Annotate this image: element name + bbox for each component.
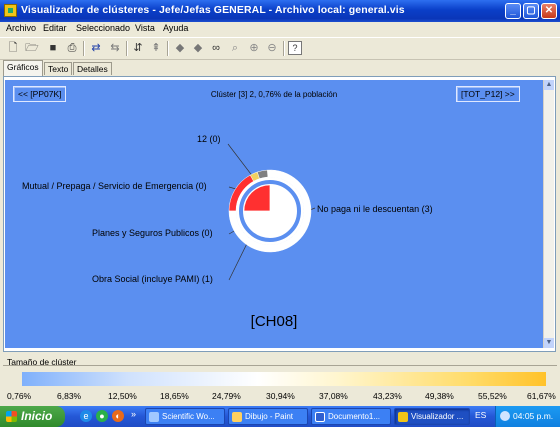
menu-editar[interactable]: Editar [43,23,67,33]
tick-label: 24,79% [212,391,241,401]
task-scientific-workplace[interactable]: Scientific Wo... [145,408,225,425]
tick-label: 43,23% [373,391,402,401]
label-12: 12 (0) [197,134,221,144]
cluster-chart: << [PP07K] [TOT_P12] >> Clúster [3] 2, 0… [5,80,543,348]
task-icon [398,412,408,422]
cluster-size-legend: Tamaño de clúster 0,76% 6,83% 12,50% 18,… [0,354,560,406]
arrow-left-icon[interactable]: ◆ [173,41,187,55]
zoom-out-icon[interactable]: ⊖ [265,41,279,55]
variable-code: [CH08] [250,313,298,330]
toolbar-separator [126,41,128,56]
save-icon[interactable]: ■ [46,41,60,55]
pie-svg [227,143,316,281]
tab-texto[interactable]: Texto [44,62,73,75]
menu-archivo[interactable]: Archivo [6,23,36,33]
toolbar-separator [283,41,285,56]
task-document[interactable]: Documento1... [311,408,391,425]
tick-label: 61,67% [527,391,556,401]
sort-icon[interactable]: ⇵ [131,41,145,55]
new-file-icon[interactable]: 🗋 [6,41,20,55]
redo-icon[interactable]: ⇄ [89,41,103,55]
tab-strip: Gráficos Texto Detalles [0,60,560,76]
scroll-up-icon[interactable]: ▲ [544,80,554,90]
task-label: Documento1... [328,412,381,421]
menu-ayuda[interactable]: Ayuda [163,23,188,33]
tray-icon[interactable] [500,411,510,421]
open-folder-icon[interactable]: 🗁 [25,41,39,55]
print-icon[interactable]: ⎙ [65,41,79,55]
clock: 04:05 p.m. [513,411,554,421]
binoculars-icon[interactable]: ∞ [209,41,223,55]
tick-label: 55,52% [478,391,507,401]
menu-bar: Archivo Editar Seleccionado Vista Ayuda [0,22,560,36]
toolbar-separator [83,41,85,56]
tick-label: 0,76% [7,391,32,401]
tab-graficos[interactable]: Gráficos [3,60,43,76]
title-bar: Visualizador de clústeres - Jefe/Jefas G… [0,0,560,22]
label-mutual-prepaga: Mutual / Prepaga / Servicio de Emergenci… [22,181,207,191]
task-label: Visualizador ... [411,412,464,421]
tick-label: 37,08% [319,391,348,401]
size-gradient-bar [22,372,546,386]
toolbar: 🗋 🗁 ■ ⎙ ⇄ ⇆ ⇵ ⇞ ◆ ◆ ∞ ⌕ ⊕ ⊖ ? [0,37,560,60]
label-planes-seguros: Planes y Seguros Publicos (0) [92,228,213,238]
label-obra-social: Obra Social (incluye PAMI) (1) [92,274,213,284]
align-icon[interactable]: ⇞ [149,41,163,55]
ie-icon[interactable]: e [80,410,92,422]
windows-flag-icon [6,411,17,422]
task-visualizador[interactable]: Visualizador ... [394,408,470,425]
task-icon [232,412,242,422]
firefox-icon[interactable]: ◐ [112,410,124,422]
divider [3,365,557,366]
taskbar: Inicio e ● ◐ » Scientific Wo... Dibujo -… [0,406,560,427]
arrow-right-icon[interactable]: ◆ [191,41,205,55]
quicklaunch-chevron-icon[interactable]: » [131,409,136,419]
tick-label: 30,94% [266,391,295,401]
start-button[interactable]: Inicio [0,406,65,427]
find-replace-icon[interactable]: ⌕ [228,41,242,55]
app-icon[interactable] [4,4,17,17]
zoom-in-icon[interactable]: ⊕ [247,41,261,55]
language-indicator[interactable]: ES [475,410,486,420]
undo-icon[interactable]: ⇆ [108,41,122,55]
menu-seleccionado[interactable]: Seleccionado [76,23,130,33]
toolbar-separator [167,41,169,56]
help-icon[interactable]: ? [288,41,302,55]
system-tray: 04:05 p.m. [495,406,560,427]
tick-label: 49,38% [425,391,454,401]
task-paint[interactable]: Dibujo - Paint [228,408,308,425]
task-icon [149,412,159,422]
tab-detalles[interactable]: Detalles [73,62,112,75]
tick-label: 12,50% [108,391,137,401]
tick-label: 18,65% [160,391,189,401]
media-icon[interactable]: ● [96,410,108,422]
inner-pie [243,184,297,238]
window-title: Visualizador de clústeres - Jefe/Jefas G… [21,4,405,16]
maximize-button[interactable]: ▢ [523,3,539,19]
start-label: Inicio [21,409,53,423]
menu-vista[interactable]: Vista [135,23,155,33]
task-icon [315,412,325,422]
task-label: Scientific Wo... [162,412,215,421]
task-label: Dibujo - Paint [245,412,294,421]
scroll-down-icon[interactable]: ▼ [544,338,554,348]
close-button[interactable]: ✕ [541,3,557,19]
vertical-scrollbar[interactable]: ▲ ▼ [543,80,554,348]
minimize-button[interactable]: _ [505,3,521,19]
tick-label: 6,83% [57,391,82,401]
label-no-paga: No paga ni le descuentan (3) [317,204,433,214]
